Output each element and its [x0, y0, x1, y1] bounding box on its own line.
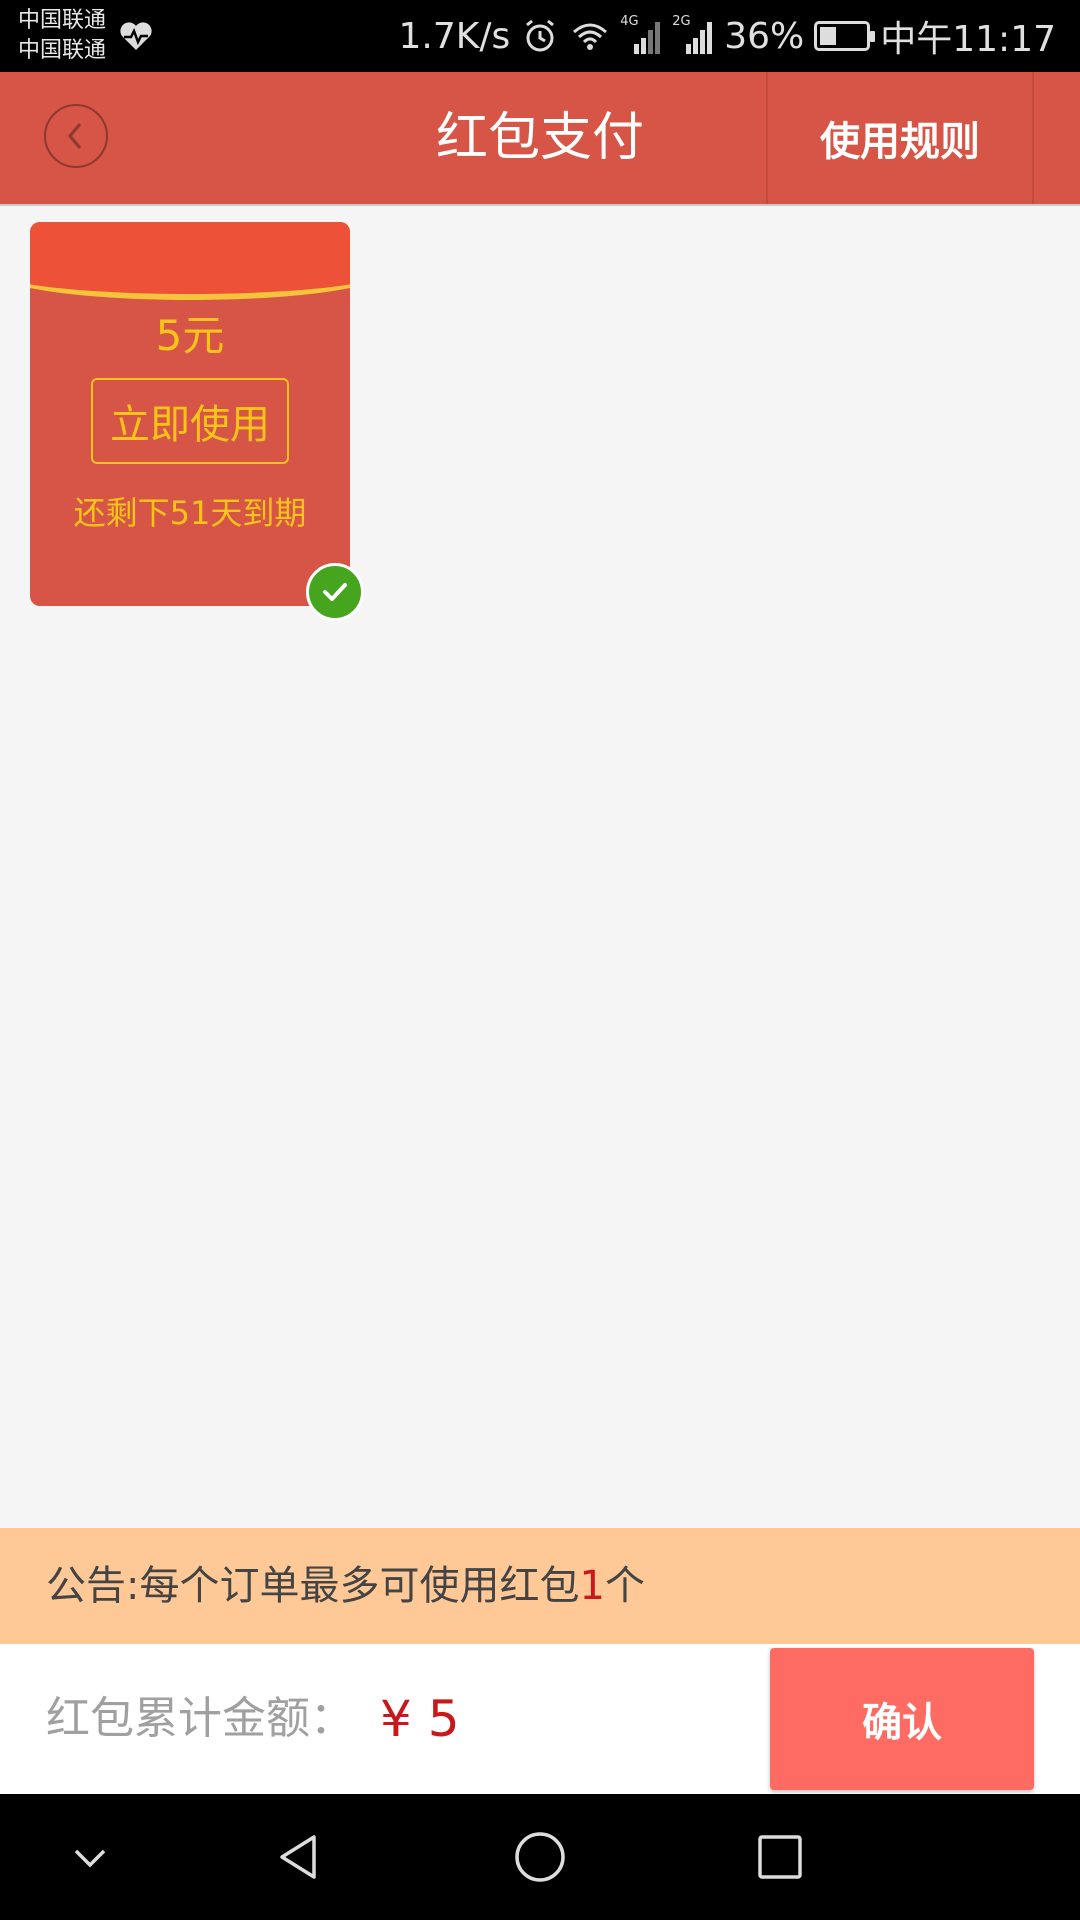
network-speed: 1.7K/s [398, 15, 511, 57]
battery-percent: 36% [724, 15, 805, 57]
checkmark-icon [323, 583, 347, 601]
confirm-button[interactable]: 确认 [770, 1648, 1034, 1790]
usage-rules-button[interactable]: 使用规则 [766, 72, 1034, 204]
notice-text: 公告:每个订单最多可使用红包1个 [46, 1528, 645, 1644]
packet-amount: 5元 [155, 311, 225, 360]
wifi-icon [573, 23, 608, 50]
packet-expire-text: 还剩下51天到期 [73, 494, 307, 532]
red-packet-card[interactable]: 5元 立即使用 还剩下51天到期 [30, 222, 350, 606]
battery-level [820, 27, 837, 45]
status-bar: 中国联通 中国联通 1.7K/s 4G 2G 36% 中午11:17 [0, 0, 1080, 72]
signal-2-icon [686, 22, 713, 54]
nav-collapse-button[interactable] [60, 1827, 120, 1887]
carrier-1: 中国联通 [18, 8, 107, 33]
notice-prefix: 公告:每个订单最多可使用红包 [46, 1563, 580, 1609]
use-now-button[interactable]: 立即使用 [91, 378, 289, 464]
notice-count: 1 [579, 1563, 605, 1609]
signal-1-icon [634, 22, 661, 54]
footer-bar: 红包累计金额： ¥ 5 确认 [0, 1644, 1080, 1794]
total-amount-value: ¥ 5 [380, 1690, 460, 1748]
status-icons: 1.7K/s 4G 2G 36% 中午11:17 [398, 0, 1056, 72]
nav-home-button[interactable] [510, 1827, 570, 1887]
signal-2-indicator: 2G [672, 14, 714, 56]
app-header: 红包支付 使用规则 [0, 72, 1080, 206]
heart-rate-icon [120, 22, 152, 50]
system-nav-bar [0, 1794, 1080, 1920]
clock: 中午11:17 [880, 19, 1056, 60]
packet-flap [30, 222, 350, 300]
triangle-back-icon [280, 1835, 316, 1879]
back-button[interactable] [44, 104, 108, 168]
nav-back-button[interactable] [270, 1827, 330, 1887]
notice-bar: 公告:每个订单最多可使用红包1个 [0, 1528, 1080, 1644]
nav-recents-button[interactable] [750, 1827, 810, 1887]
total-amount-label: 红包累计金额： [46, 1693, 354, 1744]
circle-home-icon [515, 1832, 565, 1882]
signal-1-indicator: 4G [620, 14, 662, 56]
carrier-labels: 中国联通 中国联通 [18, 6, 106, 66]
alarm-icon [526, 19, 555, 52]
carrier-2: 中国联通 [18, 38, 107, 63]
chevron-down-icon [74, 1849, 106, 1868]
battery-icon [814, 21, 876, 51]
square-recents-icon [758, 1835, 802, 1879]
chevron-left-icon [68, 123, 82, 149]
notice-suffix: 个 [604, 1563, 645, 1609]
selected-check-icon [306, 563, 364, 621]
